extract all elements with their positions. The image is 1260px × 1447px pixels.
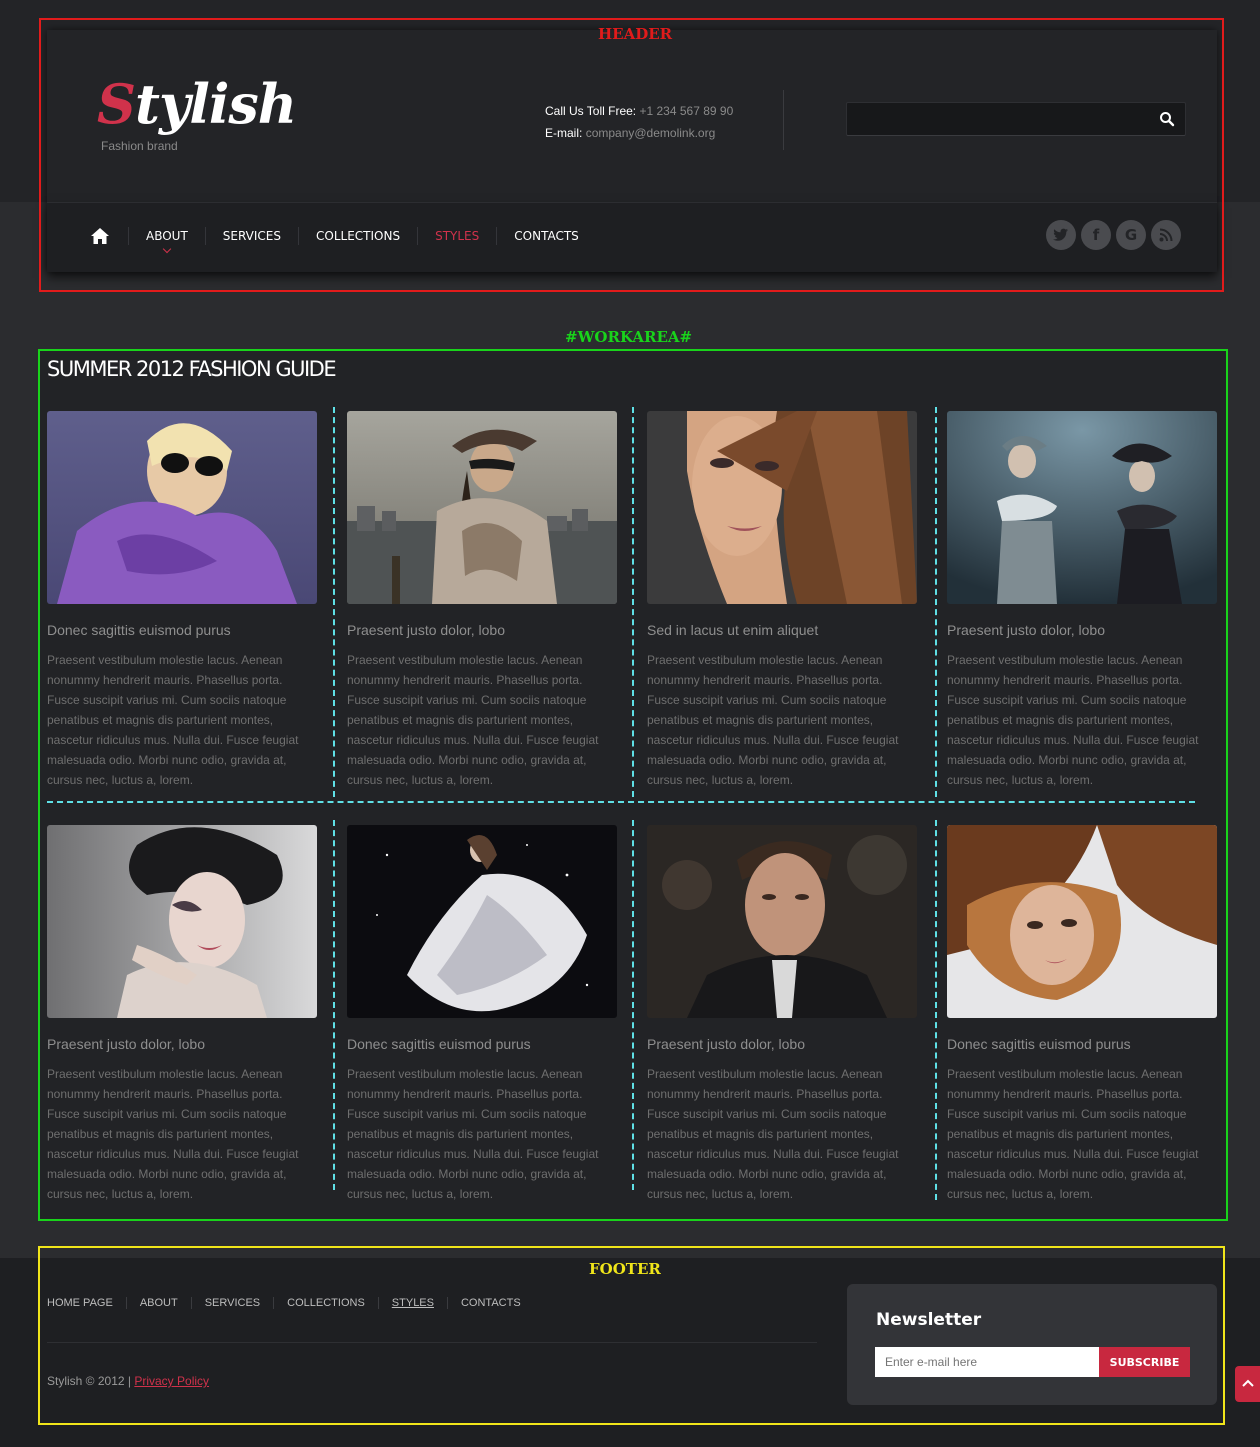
arrow-up-icon bbox=[1242, 1379, 1254, 1387]
header-annotation-box bbox=[39, 18, 1224, 292]
workarea-annotation-label: #WORKAREA# bbox=[565, 328, 693, 346]
workarea-annotation-box bbox=[38, 349, 1228, 1221]
footer-annotation-label: FOOTER bbox=[589, 1260, 661, 1278]
header-annotation-label: HEADER bbox=[598, 25, 673, 43]
scroll-to-top-button[interactable] bbox=[1235, 1366, 1260, 1402]
